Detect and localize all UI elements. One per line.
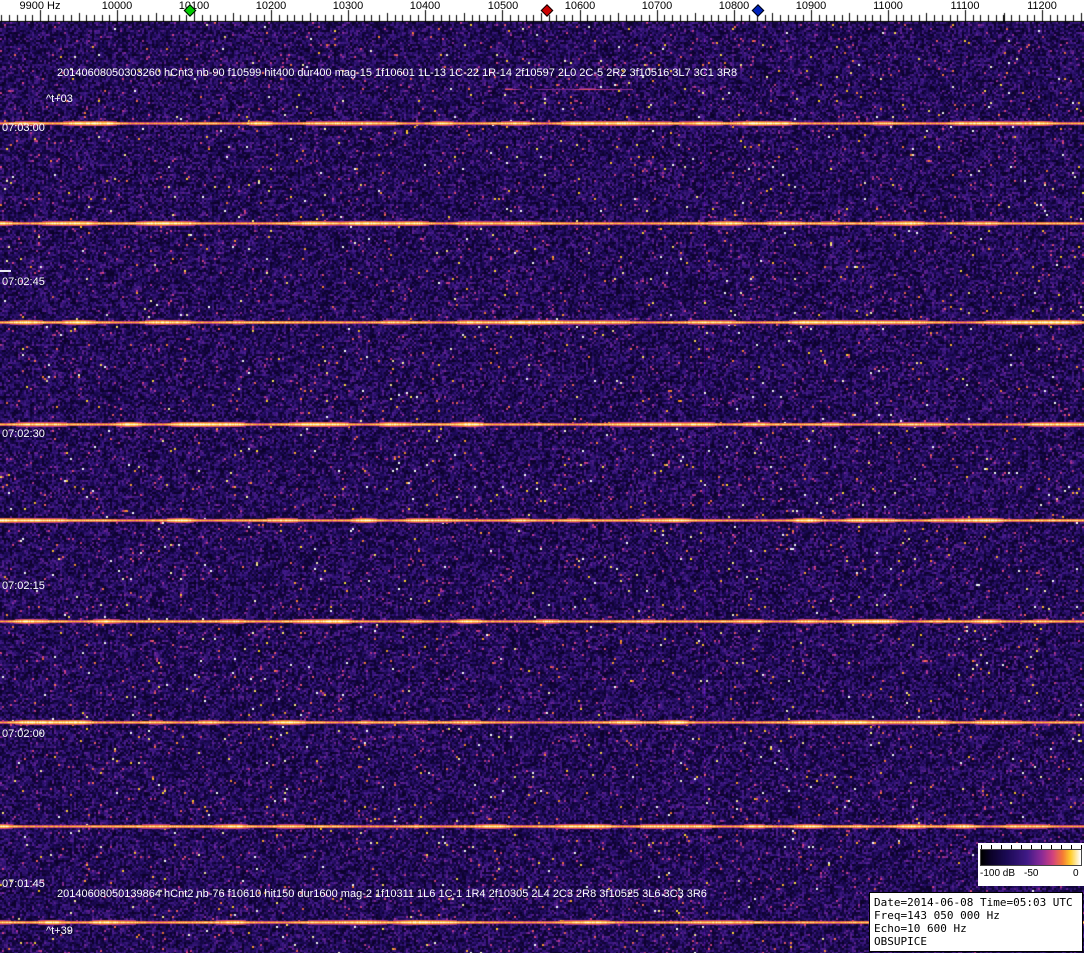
time-axis-label: 07:02:30 bbox=[2, 428, 45, 440]
colormap-gradient-bar bbox=[980, 849, 1082, 866]
info-observer: OBSUPICE bbox=[874, 935, 927, 948]
spectrogram-canvas bbox=[0, 22, 1084, 953]
scale-label-mid: -50 bbox=[1024, 868, 1039, 879]
ruler-tick-label: 10300 bbox=[332, 0, 364, 12]
info-date-time: Date=2014-06-08 Time=05:03 UTC bbox=[874, 896, 1073, 909]
spectrogram-area: -100 dB -50 0 Date=2014-06-08 Time=05:03… bbox=[0, 22, 1084, 953]
time-axis-label: 07:03:00 bbox=[2, 122, 45, 134]
station-info-box: Date=2014-06-08 Time=05:03 UTC Freq=143 … bbox=[869, 892, 1083, 952]
ruler-tick-label: 10600 bbox=[564, 0, 596, 12]
spectrogram-app: 9900 Hz 10000 10100 10200 10300 10400 10500 106… bbox=[0, 0, 1084, 953]
detection-annotation: ^t+03 bbox=[46, 93, 73, 105]
scale-tick-marks bbox=[981, 845, 1082, 849]
ruler-tick-label: 10000 bbox=[101, 0, 133, 12]
ruler-tick-label: 10200 bbox=[255, 0, 287, 12]
ruler-tick-label: 11200 bbox=[1027, 0, 1057, 12]
detection-annotation: 20140608050303260 hCnt3 nb-90 f10599 hit… bbox=[57, 67, 738, 79]
time-axis-label: 07:02:00 bbox=[2, 728, 45, 740]
ruler-tick-label: 11100 bbox=[950, 0, 980, 12]
time-axis-label: 07:02:45 bbox=[2, 276, 45, 288]
info-echo: Echo=10 600 Hz bbox=[874, 922, 967, 935]
ruler-tick-label: 10900 bbox=[795, 0, 827, 12]
info-frequency: Freq=143 050 000 Hz bbox=[874, 909, 1000, 922]
time-axis-label: 07:01:45 bbox=[2, 878, 45, 890]
ruler-tick-label: 9900 Hz bbox=[19, 0, 61, 12]
ruler-tick-label: 10400 bbox=[409, 0, 441, 12]
detection-annotation: ^t+39 bbox=[46, 925, 73, 937]
time-axis-label: 07:02:15 bbox=[2, 580, 45, 592]
time-tick-dash bbox=[0, 270, 11, 272]
detection-annotation: 20140608050139864 hCnt2 nb-76 f10610 hit… bbox=[57, 888, 707, 900]
frequency-ruler[interactable]: 9900 Hz 10000 10100 10200 10300 10400 10500 106… bbox=[0, 0, 1084, 22]
scale-label-min: -100 dB bbox=[980, 868, 1016, 879]
ruler-tick-label: 11000 bbox=[873, 0, 903, 12]
ruler-tick-label: 10800 bbox=[718, 0, 750, 12]
intensity-scale-legend: -100 dB -50 0 bbox=[978, 843, 1084, 886]
ruler-tick-label: 10700 bbox=[641, 0, 673, 12]
ruler-tick-label: 10500 bbox=[487, 0, 519, 12]
scale-label-max: 0 bbox=[1073, 868, 1079, 879]
